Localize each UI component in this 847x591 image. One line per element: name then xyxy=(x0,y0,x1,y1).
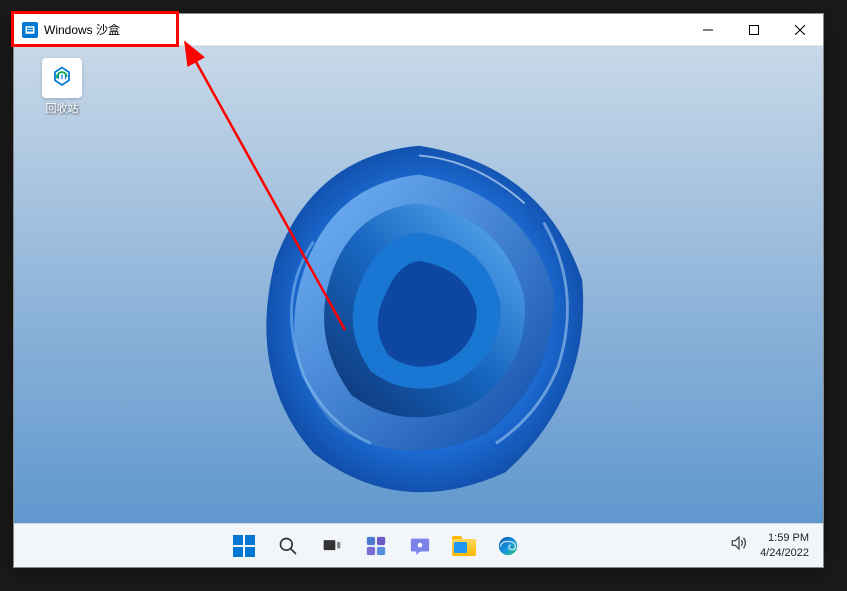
clock[interactable]: 1:59 PM 4/24/2022 xyxy=(760,531,809,560)
edge-icon xyxy=(497,535,519,557)
task-view-icon xyxy=(322,536,342,556)
widgets-button[interactable] xyxy=(356,528,396,564)
edge-button[interactable] xyxy=(488,528,528,564)
system-tray: 1:59 PM 4/24/2022 xyxy=(730,531,815,560)
recycle-bin-label: 回收站 xyxy=(32,100,92,116)
window-controls xyxy=(685,14,823,45)
search-icon xyxy=(278,536,298,556)
windows-logo-icon xyxy=(233,535,255,557)
chat-icon xyxy=(409,535,431,557)
windows-bloom-wallpaper xyxy=(179,69,659,524)
sandbox-app-icon xyxy=(22,22,38,38)
chat-button[interactable] xyxy=(400,528,440,564)
minimize-button[interactable] xyxy=(685,14,731,45)
time-text: 1:59 PM xyxy=(760,531,809,545)
folder-icon xyxy=(452,536,476,556)
search-button[interactable] xyxy=(268,528,308,564)
speaker-icon xyxy=(730,534,748,552)
title-bar[interactable]: Windows 沙盒 xyxy=(14,14,823,46)
recycle-bin-icon[interactable]: 回收站 xyxy=(32,58,92,116)
file-explorer-button[interactable] xyxy=(444,528,484,564)
widgets-icon xyxy=(365,535,387,557)
start-button[interactable] xyxy=(224,528,264,564)
desktop-area[interactable]: 回收站 xyxy=(14,46,823,523)
maximize-button[interactable] xyxy=(731,14,777,45)
taskbar-center xyxy=(22,528,730,564)
task-view-button[interactable] xyxy=(312,528,352,564)
close-button[interactable] xyxy=(777,14,823,45)
date-text: 4/24/2022 xyxy=(760,546,809,560)
taskbar: 1:59 PM 4/24/2022 xyxy=(14,523,823,567)
sound-button[interactable] xyxy=(730,534,748,557)
window-title: Windows 沙盒 xyxy=(44,21,685,38)
recycle-bin-image xyxy=(42,58,82,98)
sandbox-window: Windows 沙盒 xyxy=(13,13,824,568)
